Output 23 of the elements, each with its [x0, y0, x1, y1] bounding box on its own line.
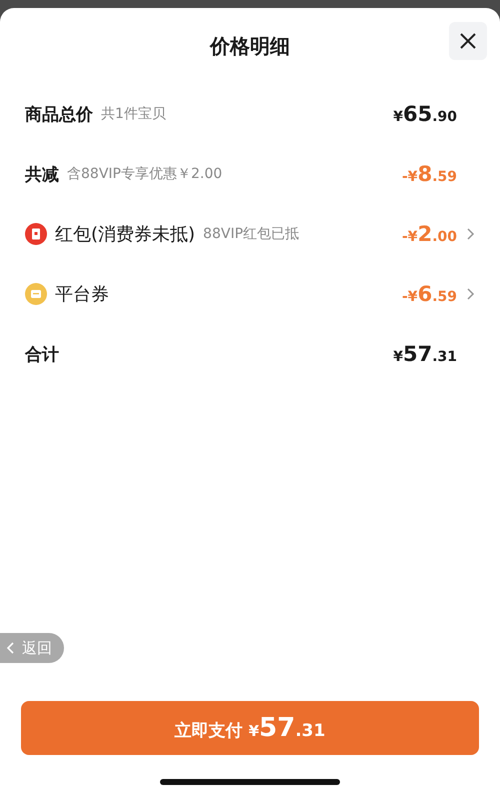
sheet-title: 价格明细	[210, 32, 290, 60]
pay-button[interactable]: 立即支付 ¥57.31	[21, 701, 479, 755]
close-icon	[459, 32, 477, 50]
back-button[interactable]: 返回	[0, 633, 64, 663]
price-text: -¥8.59	[402, 162, 457, 186]
price-text: ¥57.31	[393, 342, 457, 366]
chevron-right-icon[interactable]	[465, 287, 475, 301]
row-note: 88VIP红包已抵	[203, 225, 300, 243]
price-text: -¥2.00	[402, 222, 457, 246]
row-label: 红包(消费券未抵)	[55, 223, 196, 246]
row-label: 商品总价	[25, 104, 93, 126]
row-note: 含88VIP专享优惠￥2.00	[67, 165, 222, 183]
row-label: 平台券	[55, 283, 109, 306]
price-text: -¥6.59	[402, 282, 457, 306]
close-button[interactable]	[449, 22, 487, 60]
row-label: 合计	[25, 344, 59, 366]
chevron-left-icon	[6, 641, 16, 655]
price-text: ¥65.90	[393, 102, 457, 126]
chevron-right-icon[interactable]	[465, 227, 475, 241]
envelope-icon	[25, 223, 47, 245]
coupon-icon	[25, 283, 47, 305]
row-label: 共减	[25, 164, 59, 186]
row-note: 共1件宝贝	[101, 105, 166, 123]
